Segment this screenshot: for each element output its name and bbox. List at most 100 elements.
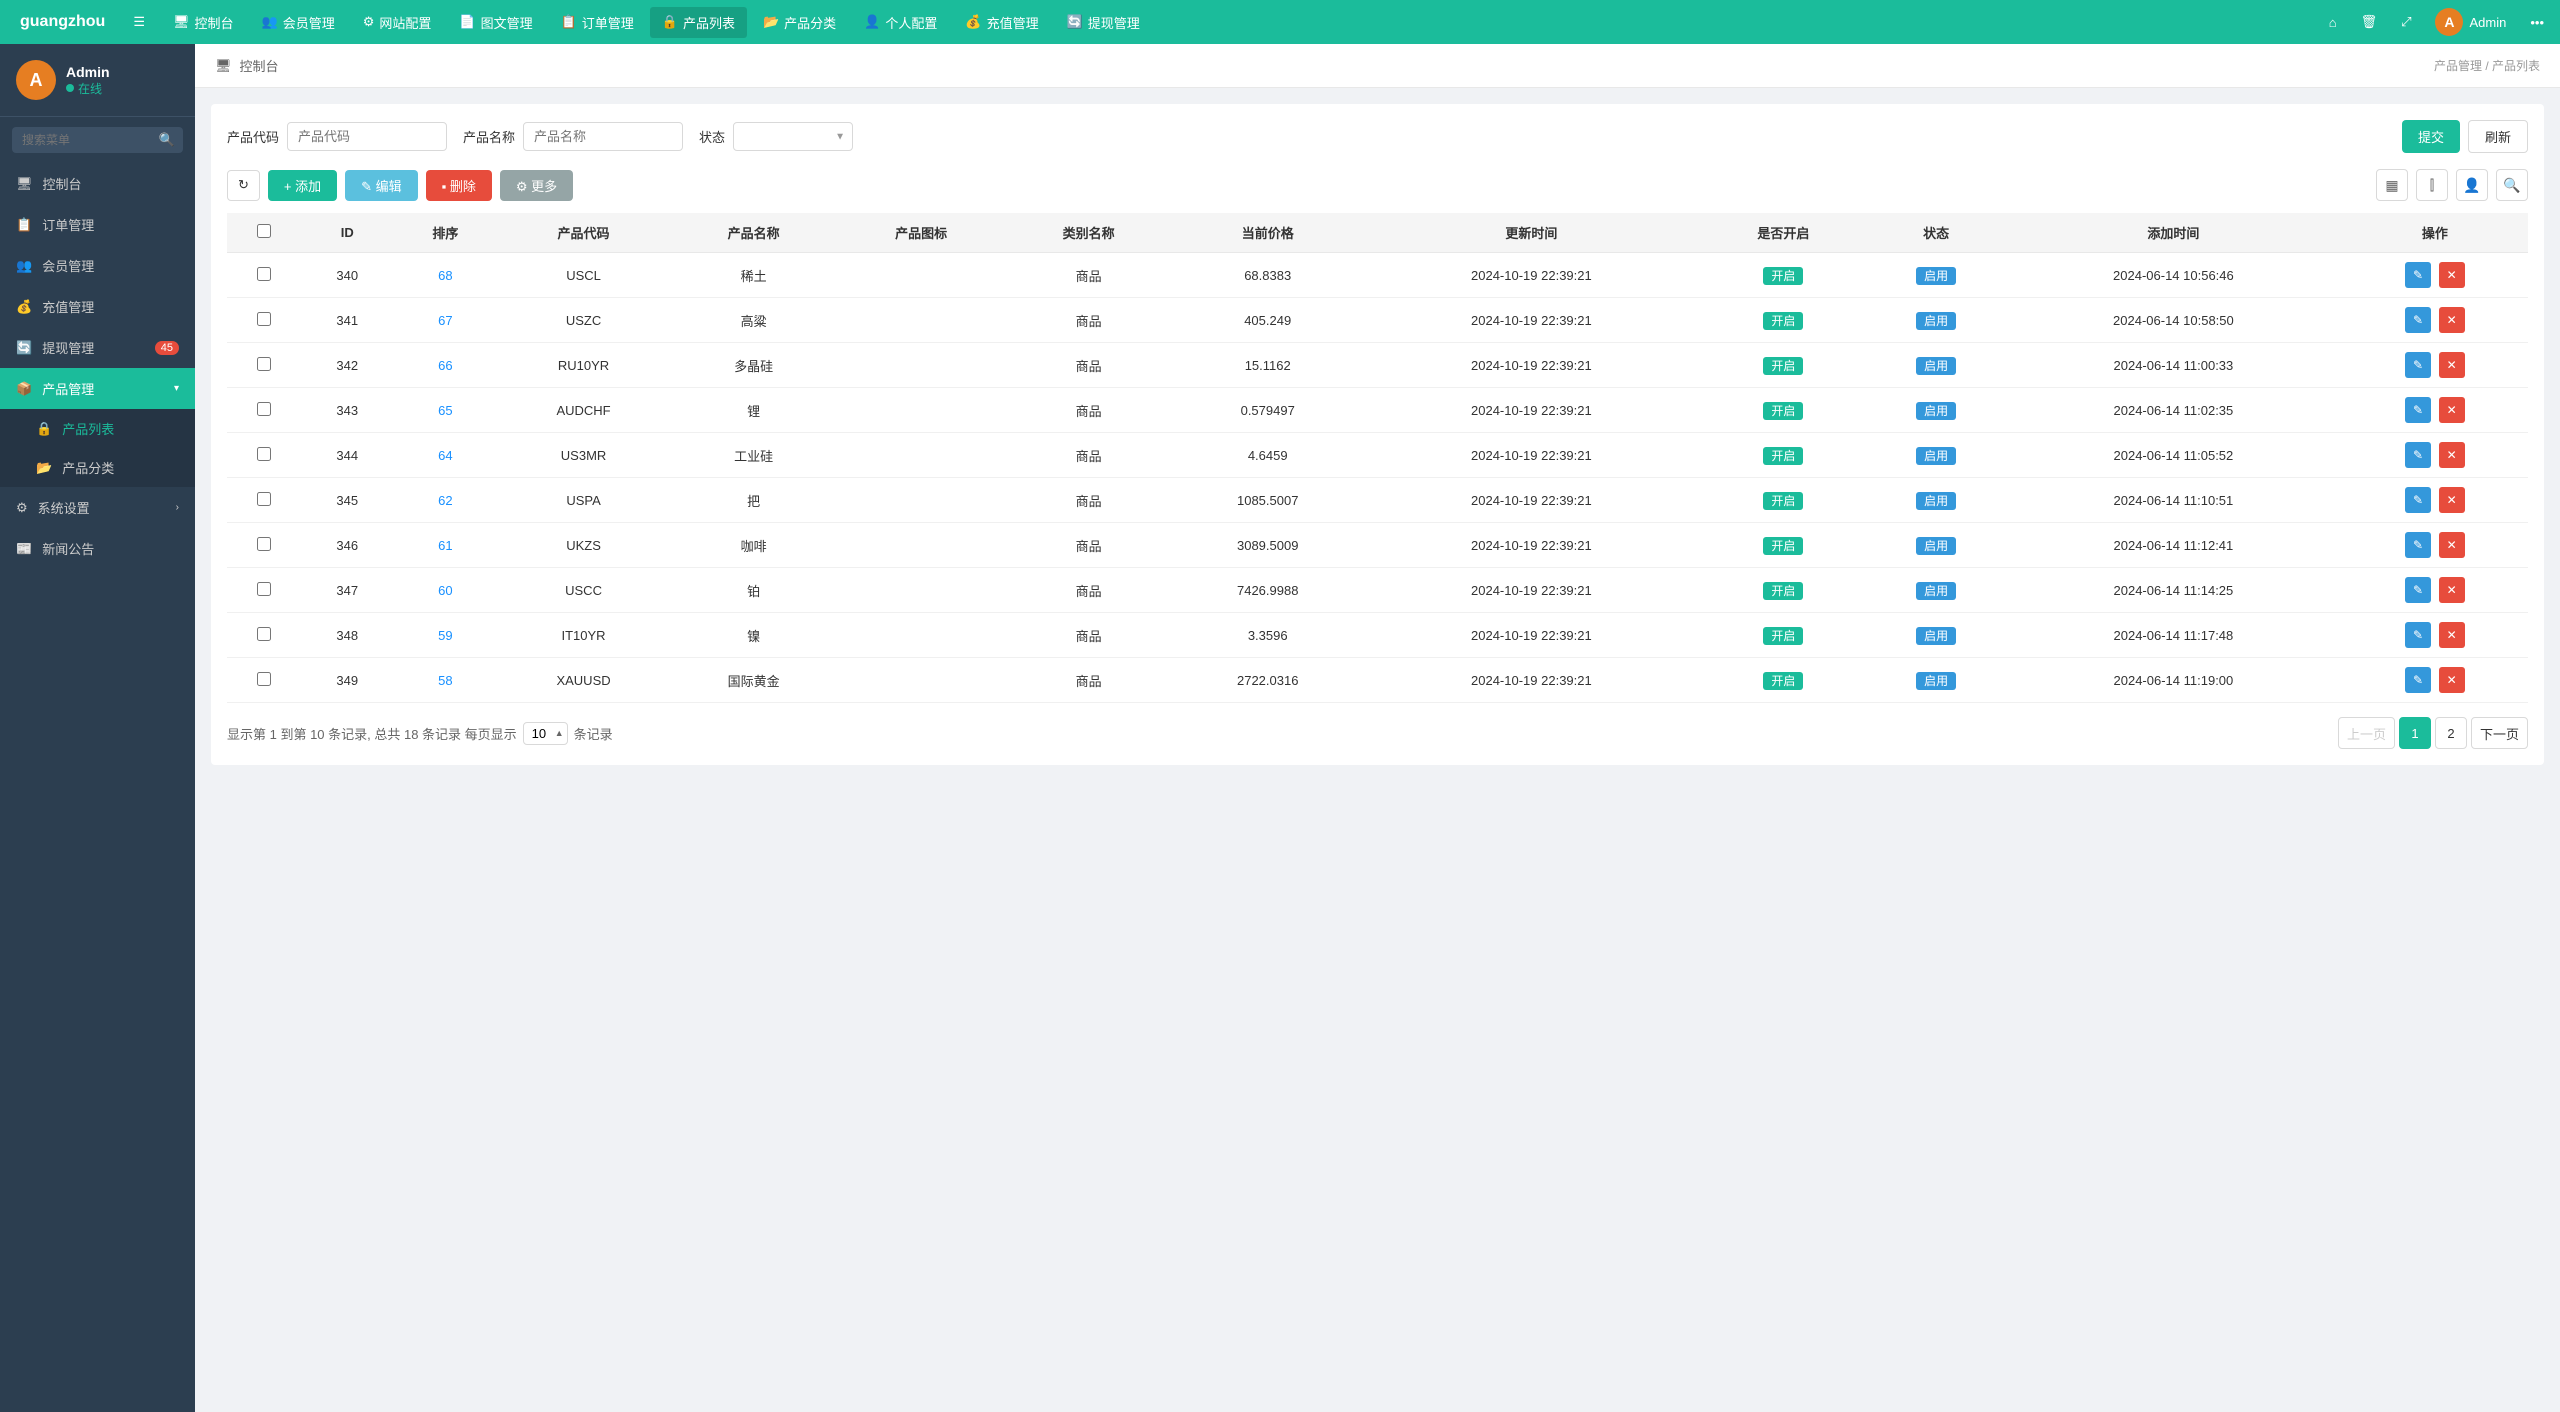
sidebar-item-order-mgmt[interactable]: 📋 订单管理 <box>0 204 195 245</box>
page-btn-1[interactable]: 1 <box>2399 717 2431 749</box>
delete-btn[interactable]: ✕ <box>2439 352 2465 378</box>
row-checkbox[interactable] <box>257 492 271 506</box>
per-page-select[interactable]: 10 20 50 <box>523 722 568 745</box>
filter-submit-btn[interactable]: 提交 <box>2402 120 2460 153</box>
topnav-dashboard[interactable]: 🖥 控制台 <box>161 7 246 38</box>
row-checkbox[interactable] <box>257 357 271 371</box>
row-checkbox[interactable] <box>257 267 271 281</box>
sort-link[interactable]: 67 <box>438 313 452 328</box>
select-all-checkbox[interactable] <box>257 224 271 238</box>
toolbar-column-btn[interactable]: ⫿ <box>2416 169 2448 201</box>
sidebar-item-recharge-mgmt[interactable]: 💰 充值管理 <box>0 286 195 327</box>
topnav-more-btn[interactable]: ••• <box>2522 9 2552 36</box>
sort-link[interactable]: 58 <box>438 673 452 688</box>
sort-link[interactable]: 59 <box>438 628 452 643</box>
delete-btn[interactable]: ✕ <box>2439 667 2465 693</box>
table-body: 340 68 USCL 稀土 商品 68.8383 2024-10-19 22:… <box>227 253 2528 703</box>
row-checkbox[interactable] <box>257 312 271 326</box>
delete-btn[interactable]: ✕ <box>2439 622 2465 648</box>
toolbar-add-btn[interactable]: + 添加 <box>268 170 337 201</box>
topnav-site-config[interactable]: ⚙ 网站配置 <box>351 7 444 38</box>
row-checkbox[interactable] <box>257 582 271 596</box>
delete-btn[interactable]: ✕ <box>2439 442 2465 468</box>
sort-link[interactable]: 60 <box>438 583 452 598</box>
row-checkbox[interactable] <box>257 672 271 686</box>
delete-btn[interactable]: ✕ <box>2439 307 2465 333</box>
th-category: 类别名称 <box>1005 213 1172 253</box>
edit-btn[interactable]: ✎ <box>2405 532 2431 558</box>
filter-name-label: 产品名称 <box>463 127 515 146</box>
row-checkbox[interactable] <box>257 447 271 461</box>
row-checkbox[interactable] <box>257 537 271 551</box>
topnav-product-list[interactable]: 🔒 产品列表 <box>650 7 747 38</box>
filter-name-input[interactable] <box>523 122 683 151</box>
row-checkbox[interactable] <box>257 627 271 641</box>
toolbar-search-btn[interactable]: 🔍 <box>2496 169 2528 201</box>
page-btn-2[interactable]: 2 <box>2435 717 2467 749</box>
topnav-member-mgmt[interactable]: 👥 会员管理 <box>250 7 347 38</box>
toolbar-more-btn[interactable]: ⚙ 更多 <box>500 170 573 201</box>
topnav-personal-config[interactable]: 👤 个人配置 <box>852 7 949 38</box>
edit-btn[interactable]: ✎ <box>2405 577 2431 603</box>
cell-enabled: 开启 <box>1700 343 1867 388</box>
edit-btn[interactable]: ✎ <box>2405 397 2431 423</box>
refresh-icon: ↻ <box>238 177 249 193</box>
topnav-fullscreen-btn[interactable]: ⤢ <box>2393 8 2419 36</box>
edit-btn[interactable]: ✎ <box>2405 352 2431 378</box>
row-checkbox[interactable] <box>257 402 271 416</box>
edit-btn[interactable]: ✎ <box>2405 622 2431 648</box>
sidebar-item-dashboard[interactable]: 🖥 控制台 <box>0 163 195 204</box>
sidebar-search-input[interactable] <box>12 127 183 153</box>
sort-link[interactable]: 68 <box>438 268 452 283</box>
cell-name: 高粱 <box>670 298 837 343</box>
topnav-article-mgmt[interactable]: 📄 图文管理 <box>447 7 544 38</box>
topnav-trash-btn[interactable]: 🗑 <box>2353 8 2386 36</box>
edit-btn[interactable]: ✎ <box>2405 667 2431 693</box>
sidebar-item-product-mgmt[interactable]: 📦 产品管理 ▾ <box>0 368 195 409</box>
enabled-badge: 开启 <box>1763 267 1803 285</box>
delete-btn[interactable]: ✕ <box>2439 532 2465 558</box>
topnav-recharge-mgmt[interactable]: 💰 充值管理 <box>953 7 1050 38</box>
filter-status-select[interactable] <box>733 122 853 151</box>
cell-category: 商品 <box>1005 433 1172 478</box>
sidebar-item-system-settings[interactable]: ⚙ 系统设置 › <box>0 487 195 528</box>
cell-actions: ✎ ✕ <box>2342 433 2528 478</box>
cell-code: IT10YR <box>497 613 670 658</box>
delete-btn[interactable]: ✕ <box>2439 262 2465 288</box>
sort-link[interactable]: 64 <box>438 448 452 463</box>
member-icon: 👥 <box>262 14 278 30</box>
toolbar-refresh-btn[interactable]: ↻ <box>227 170 260 201</box>
cell-update-time: 2024-10-19 22:39:21 <box>1363 253 1700 298</box>
sort-link[interactable]: 62 <box>438 493 452 508</box>
sort-link[interactable]: 61 <box>438 538 452 553</box>
toolbar-edit-btn[interactable]: ✎ 编辑 <box>345 170 418 201</box>
toolbar-user-btn[interactable]: 👤 <box>2456 169 2488 201</box>
prev-page-btn[interactable]: 上一页 <box>2338 717 2395 749</box>
edit-btn[interactable]: ✎ <box>2405 442 2431 468</box>
filter-refresh-btn[interactable]: 刷新 <box>2468 120 2528 153</box>
sort-link[interactable]: 66 <box>438 358 452 373</box>
toolbar-delete-btn[interactable]: ▪ 删除 <box>426 170 492 201</box>
topnav-menu-toggle[interactable]: ☰ <box>121 8 157 36</box>
sidebar-item-member-mgmt[interactable]: 👥 会员管理 <box>0 245 195 286</box>
sidebar-item-withdraw-mgmt[interactable]: 🔄 提现管理 45 <box>0 327 195 368</box>
topnav-withdraw-mgmt[interactable]: 🔄 提现管理 <box>1055 7 1152 38</box>
topnav-order-mgmt[interactable]: 📋 订单管理 <box>549 7 646 38</box>
sidebar-item-news[interactable]: 📰 新闻公告 <box>0 528 195 569</box>
delete-btn[interactable]: ✕ <box>2439 397 2465 423</box>
topnav-home-btn[interactable]: ⌂ <box>2321 9 2345 36</box>
topnav-product-category[interactable]: 📂 产品分类 <box>751 7 848 38</box>
sidebar-item-product-list[interactable]: 🔒 产品列表 <box>0 409 195 448</box>
toolbar-grid-view-btn[interactable]: ▦ <box>2376 169 2408 201</box>
sort-link[interactable]: 65 <box>438 403 452 418</box>
topnav-user-profile[interactable]: A Admin <box>2427 2 2514 42</box>
delete-btn[interactable]: ✕ <box>2439 487 2465 513</box>
edit-btn[interactable]: ✎ <box>2405 307 2431 333</box>
filter-code-input[interactable] <box>287 122 447 151</box>
edit-btn[interactable]: ✎ <box>2405 487 2431 513</box>
delete-btn[interactable]: ✕ <box>2439 577 2465 603</box>
next-page-btn[interactable]: 下一页 <box>2471 717 2528 749</box>
edit-btn[interactable]: ✎ <box>2405 262 2431 288</box>
cell-category: 商品 <box>1005 613 1172 658</box>
sidebar-item-product-category[interactable]: 📂 产品分类 <box>0 448 195 487</box>
